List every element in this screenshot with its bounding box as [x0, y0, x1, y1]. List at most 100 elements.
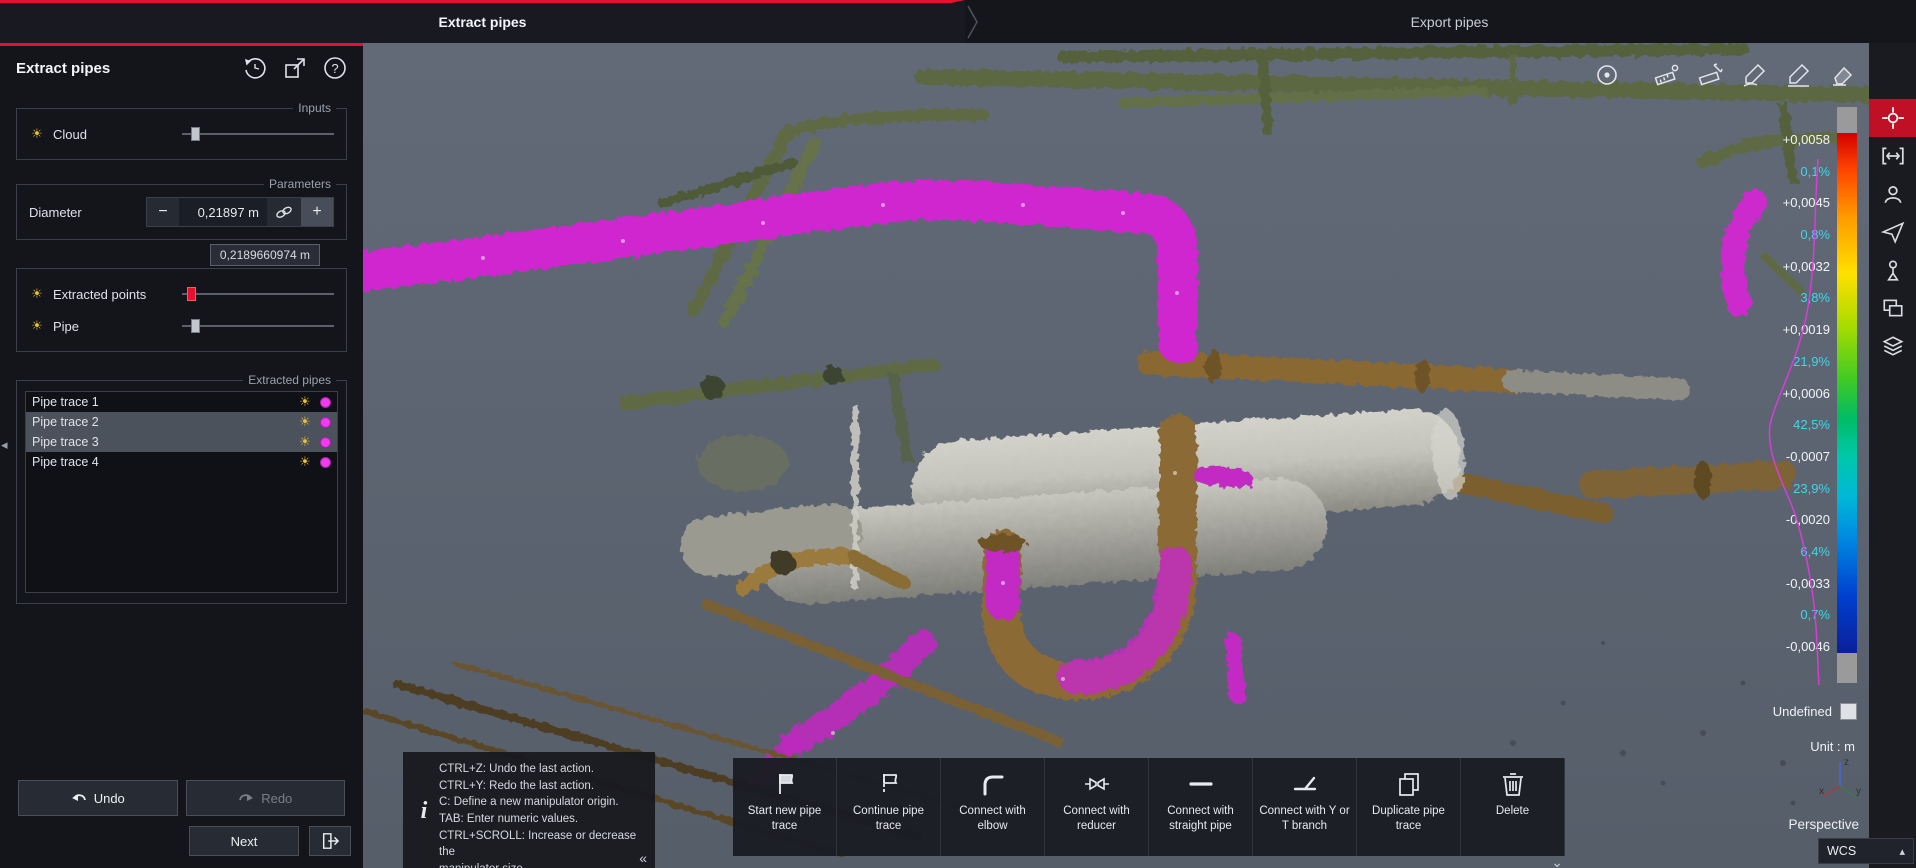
visibility-bulb-icon[interactable]: ☀ — [297, 414, 313, 430]
view-toolbar — [1869, 43, 1916, 868]
toolbar-button-label: Connect with reducer — [1045, 804, 1148, 834]
panel-header: Extract pipes ? — [0, 46, 363, 90]
collapse-toolbar-icon[interactable]: ⌄ — [1551, 854, 1563, 868]
legend-tick: +0,0032 — [1772, 260, 1830, 273]
list-item[interactable]: Pipe trace 3 ☀ — [26, 432, 337, 452]
measure-pipe-icon[interactable] — [1651, 59, 1683, 91]
tab-extract-pipes[interactable]: Extract pipes — [0, 0, 965, 43]
help-icon[interactable]: ? — [321, 54, 349, 82]
fly-through-icon[interactable] — [1869, 213, 1916, 251]
next-label: Next — [231, 834, 258, 849]
visibility-bulb-icon[interactable]: ☀ — [29, 318, 45, 334]
diameter-increase-button[interactable]: + — [301, 198, 333, 226]
trace-color-swatch[interactable] — [320, 437, 331, 448]
trace-color-swatch[interactable] — [320, 457, 331, 468]
undo-label: Undo — [94, 791, 125, 806]
visibility-bulb-icon[interactable]: ☀ — [29, 286, 45, 302]
list-item[interactable]: Pipe trace 2 ☀ — [26, 412, 337, 432]
legend-tick: +0,0058 — [1772, 133, 1830, 146]
toolbar-button-label: Continue pipe trace — [837, 804, 940, 834]
list-item[interactable]: Pipe trace 4 ☀ — [26, 452, 337, 472]
duplicate-pipe-trace-button[interactable]: Duplicate pipe trace — [1357, 758, 1461, 856]
visibility-bulb-icon[interactable]: ☀ — [297, 394, 313, 410]
next-button[interactable]: Next — [189, 826, 299, 856]
move-manipulator-icon[interactable] — [1869, 99, 1916, 137]
extracted-points-row: ☀ Extracted points — [29, 281, 334, 307]
connect-with-branch-button[interactable]: Connect with Y or T branch — [1253, 758, 1357, 856]
3d-viewport[interactable]: +0,0058 0,1% +0,0045 0,8% +0,0032 3,8% +… — [363, 43, 1869, 868]
help-line: TAB: Enter numeric values. — [439, 811, 647, 828]
help-line: CTRL+Y: Redo the last action. — [439, 778, 647, 795]
slider-handle[interactable] — [191, 127, 200, 141]
connect-with-straight-pipe-button[interactable]: Connect with straight pipe — [1149, 758, 1253, 856]
diameter-decrease-button[interactable]: − — [147, 198, 179, 226]
toolbar-button-label: Connect with straight pipe — [1149, 804, 1252, 834]
diameter-row: Diameter − 0,21897 m + — [29, 197, 334, 227]
visibility-bulb-icon[interactable]: ☀ — [297, 454, 313, 470]
visibility-bulb-icon[interactable]: ☀ — [29, 126, 45, 142]
diameter-value[interactable]: 0,21897 m — [179, 198, 267, 226]
legend-tick: 0,8% — [1772, 228, 1830, 241]
viewport-tools — [1591, 59, 1859, 91]
cloud-opacity-slider[interactable] — [182, 126, 334, 142]
cloud-row: ☀ Cloud — [29, 121, 334, 147]
zoom-fit-icon[interactable] — [1869, 137, 1916, 175]
redo-button[interactable]: Redo — [186, 780, 346, 816]
export-scene-icon[interactable] — [281, 54, 309, 82]
edit-pipe-icon[interactable] — [1739, 59, 1771, 91]
pipe-trace-label: Pipe trace 3 — [32, 435, 290, 449]
delete-button[interactable]: Delete — [1461, 758, 1565, 856]
continue-pipe-trace-button[interactable]: Continue pipe trace — [837, 758, 941, 856]
measure-length-icon[interactable] — [1695, 59, 1727, 91]
legend-tick: 21,9% — [1772, 355, 1830, 368]
connect-with-elbow-button[interactable]: Connect with elbow — [941, 758, 1045, 856]
projection-mode-label[interactable]: Perspective — [1788, 817, 1859, 832]
viewports-icon[interactable] — [1869, 289, 1916, 327]
plumb-origin-icon[interactable] — [1869, 251, 1916, 289]
color-scale-bar[interactable] — [1837, 107, 1857, 683]
axis-z-label: z — [1844, 757, 1849, 768]
camera-viewpoint-icon[interactable] — [1869, 175, 1916, 213]
extracted-pipes-group-label: Extracted pipes — [243, 373, 336, 387]
undo-button[interactable]: Undo — [18, 780, 178, 816]
coordinate-system-dropdown[interactable]: WCS ▴ — [1818, 838, 1914, 864]
info-icon: i — [409, 761, 439, 862]
layers-view-icon[interactable] — [1869, 327, 1916, 365]
color-scale-gradient — [1837, 133, 1857, 653]
point-cloud-scene — [363, 43, 1869, 868]
diameter-control: − 0,21897 m + — [146, 197, 334, 227]
trace-color-swatch[interactable] — [320, 397, 331, 408]
collapse-help-icon[interactable]: « — [639, 850, 647, 866]
help-line: manipulator size. — [439, 861, 647, 868]
undo-redo-row: Undo Redo — [18, 780, 345, 816]
undefined-color-swatch[interactable] — [1840, 703, 1857, 720]
start-new-pipe-trace-button[interactable]: Start new pipe trace — [733, 758, 837, 856]
tab-export-pipes[interactable]: Export pipes — [983, 0, 1916, 43]
slider-handle[interactable] — [187, 287, 196, 301]
redo-label: Redo — [261, 791, 292, 806]
edit-freehand-icon[interactable] — [1783, 59, 1815, 91]
tab-extract-pipes-label: Extract pipes — [439, 14, 527, 30]
list-item[interactable]: Pipe trace 1 ☀ — [26, 392, 337, 412]
extract-pipes-panel: Extract pipes ? Inputs — [0, 43, 363, 868]
target-circle-icon[interactable] — [1591, 59, 1623, 91]
wcs-label: WCS — [1827, 844, 1899, 858]
connect-with-reducer-button[interactable]: Connect with reducer — [1045, 758, 1149, 856]
exit-step-button[interactable] — [309, 826, 351, 856]
eraser-icon[interactable] — [1827, 59, 1859, 91]
slider-track — [182, 293, 334, 295]
extracted-points-slider[interactable] — [182, 286, 334, 302]
parameters-group-label: Parameters — [264, 177, 336, 191]
visibility-bulb-icon[interactable]: ☀ — [297, 434, 313, 450]
toolbar-button-label: Delete — [1492, 804, 1533, 819]
inputs-group: Inputs ☀ Cloud — [16, 108, 347, 160]
reset-history-icon[interactable] — [241, 54, 269, 82]
collapse-panel-icon[interactable]: ◂ — [1, 437, 8, 453]
slider-handle[interactable] — [191, 319, 200, 333]
trace-color-swatch[interactable] — [320, 417, 331, 428]
legend-tick: 42,5% — [1772, 418, 1830, 431]
pipe-opacity-slider[interactable] — [182, 318, 334, 334]
chevron-up-icon: ▴ — [1899, 845, 1905, 858]
undefined-label: Undefined — [1773, 704, 1832, 719]
diameter-link-icon[interactable] — [267, 198, 301, 226]
